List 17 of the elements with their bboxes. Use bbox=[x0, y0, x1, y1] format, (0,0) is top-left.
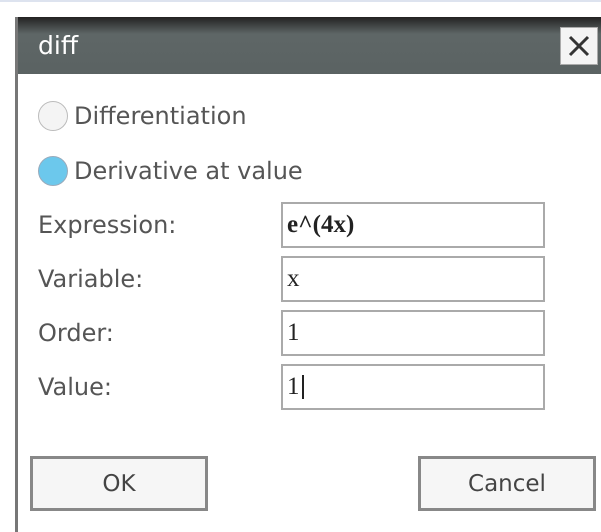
cancel-button[interactable]: Cancel bbox=[418, 456, 596, 511]
field-label: Value: bbox=[38, 373, 113, 401]
window-title: diff bbox=[38, 31, 78, 60]
input-field[interactable]: e^(4x) bbox=[281, 202, 545, 248]
field-label: Variable: bbox=[38, 265, 144, 293]
input-field[interactable]: 1 bbox=[281, 310, 545, 356]
radio-label: Differentiation bbox=[74, 102, 247, 130]
input-field[interactable]: 1 bbox=[281, 364, 545, 410]
radio-label: Derivative at value bbox=[74, 156, 303, 184]
close-button[interactable] bbox=[560, 26, 598, 64]
field-label: Expression: bbox=[38, 211, 178, 239]
radio-button[interactable] bbox=[38, 156, 68, 186]
input-field[interactable]: x bbox=[281, 256, 545, 302]
ok-button[interactable]: OK bbox=[30, 456, 208, 511]
radio-button[interactable] bbox=[38, 100, 68, 130]
field-label: Order: bbox=[38, 319, 115, 347]
close-icon bbox=[567, 34, 591, 58]
